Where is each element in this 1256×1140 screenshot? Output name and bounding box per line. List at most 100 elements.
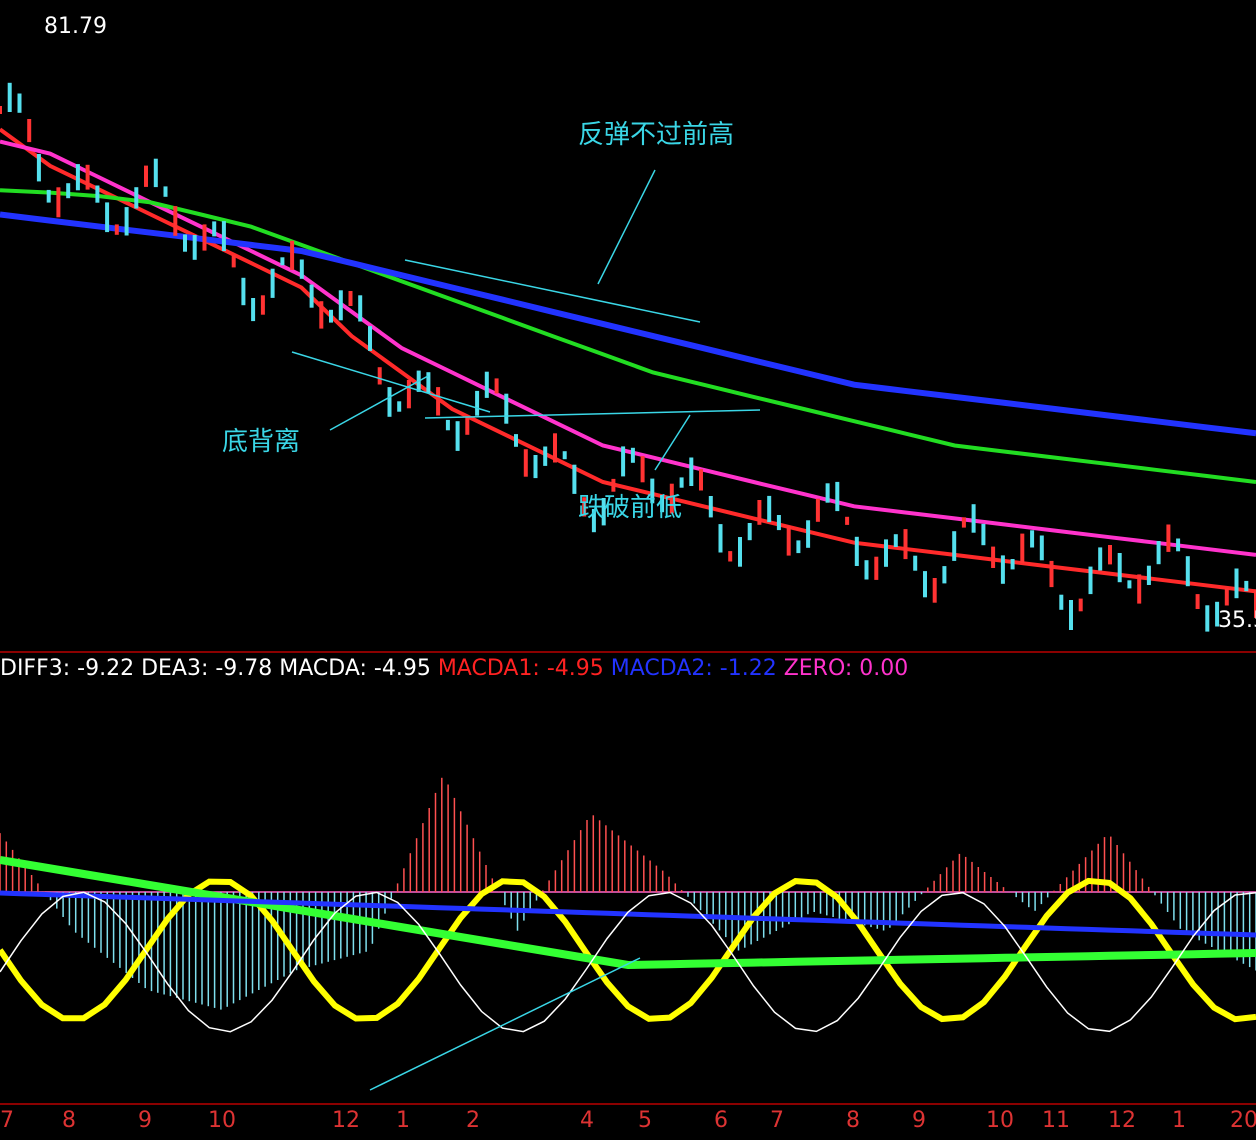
candle xyxy=(319,301,324,329)
candle xyxy=(874,556,879,580)
candle xyxy=(1127,580,1132,589)
legend-item: MACDA2: -1.22 xyxy=(610,656,784,681)
candle xyxy=(144,165,148,187)
candle xyxy=(1176,538,1181,552)
candle xyxy=(952,531,957,561)
candle xyxy=(183,234,187,252)
candle xyxy=(338,290,343,321)
macda2-line xyxy=(0,890,1256,938)
price-high-label: 81.79 xyxy=(44,14,107,39)
candle xyxy=(514,434,518,447)
candle xyxy=(290,240,295,270)
candle xyxy=(971,504,976,533)
candle xyxy=(708,496,713,518)
candle xyxy=(689,457,694,486)
candle xyxy=(475,390,480,416)
candle xyxy=(153,158,158,188)
x-axis: 7 8 9 10 12 1 2 4 5 6 7 8 9 10 11 12 1 20 xyxy=(0,1104,1256,1140)
chart-canvas: 81.79 35.5 反弹不过前高 底背离 跌破前低 xyxy=(0,14,1256,1105)
candle xyxy=(348,291,353,306)
candle xyxy=(27,119,32,143)
candle xyxy=(533,455,538,479)
candle xyxy=(1000,555,1005,584)
candle xyxy=(893,534,898,547)
candle xyxy=(1088,566,1093,595)
candle xyxy=(192,235,197,260)
x-tick: 5 xyxy=(638,1108,652,1133)
candle xyxy=(85,164,90,190)
candle xyxy=(738,537,742,567)
candle xyxy=(66,183,71,199)
macd-lines xyxy=(0,856,1256,1033)
legend-item: DEA3: -9.78 xyxy=(141,656,280,681)
x-tick: 2 xyxy=(466,1108,480,1133)
candle xyxy=(56,187,61,218)
candle xyxy=(942,566,947,584)
candle xyxy=(806,520,811,548)
candle xyxy=(358,295,363,322)
candle xyxy=(679,477,684,488)
candle xyxy=(105,202,110,233)
candle xyxy=(163,186,168,197)
candle xyxy=(728,551,733,562)
candle xyxy=(1098,547,1103,571)
candle xyxy=(221,221,226,252)
x-tick: 7 xyxy=(770,1108,784,1133)
candle xyxy=(36,154,41,182)
candle xyxy=(845,516,850,525)
candle xyxy=(445,419,450,431)
annotation-divergence: 底背离 xyxy=(222,427,300,457)
candle xyxy=(835,481,840,512)
candle xyxy=(329,309,333,323)
candle xyxy=(991,546,996,568)
candle xyxy=(426,372,431,394)
candle xyxy=(124,207,129,236)
legend-item: MACDA: -4.95 xyxy=(279,656,438,681)
candle xyxy=(1244,580,1249,592)
candle xyxy=(1039,535,1044,561)
candle xyxy=(484,371,489,398)
candle xyxy=(95,185,100,203)
candle xyxy=(767,495,772,523)
candle xyxy=(923,571,927,598)
legend-item: ZERO: 0.00 xyxy=(783,656,909,681)
candle xyxy=(455,421,460,451)
candle xyxy=(0,106,2,114)
candle xyxy=(270,268,275,298)
candle xyxy=(815,498,820,522)
candle xyxy=(1137,574,1142,604)
x-tick: 8 xyxy=(62,1108,76,1133)
candle xyxy=(173,206,178,236)
candle xyxy=(1166,524,1171,552)
candle xyxy=(465,417,470,435)
candle xyxy=(1156,541,1161,565)
candle xyxy=(231,254,236,268)
x-tick: 9 xyxy=(912,1108,926,1133)
x-tick: 10 xyxy=(986,1108,1014,1133)
x-tick: 12 xyxy=(1108,1108,1136,1133)
indicator-legend: DIFF3: -9.22 DEA3: -9.78 MACDA: -4.95 MA… xyxy=(0,654,908,684)
candle xyxy=(1020,533,1025,564)
x-tick: 8 xyxy=(846,1108,860,1133)
candle xyxy=(1205,605,1210,632)
candle xyxy=(825,483,830,503)
candle xyxy=(913,555,918,571)
candle xyxy=(46,189,51,203)
candle xyxy=(621,446,626,477)
candle xyxy=(494,378,499,394)
candle xyxy=(1117,553,1122,583)
x-tick: 1 xyxy=(1172,1108,1186,1133)
arrow-rebound xyxy=(597,169,656,285)
candle xyxy=(854,536,859,566)
candle xyxy=(212,221,217,237)
candles xyxy=(0,82,1256,632)
candle xyxy=(747,523,752,541)
candle xyxy=(280,257,285,266)
candle xyxy=(368,326,372,351)
candle xyxy=(377,367,382,385)
candle xyxy=(260,295,265,315)
candle xyxy=(786,525,791,556)
candle xyxy=(397,401,402,412)
candle xyxy=(1049,560,1054,588)
candle xyxy=(1224,588,1229,606)
